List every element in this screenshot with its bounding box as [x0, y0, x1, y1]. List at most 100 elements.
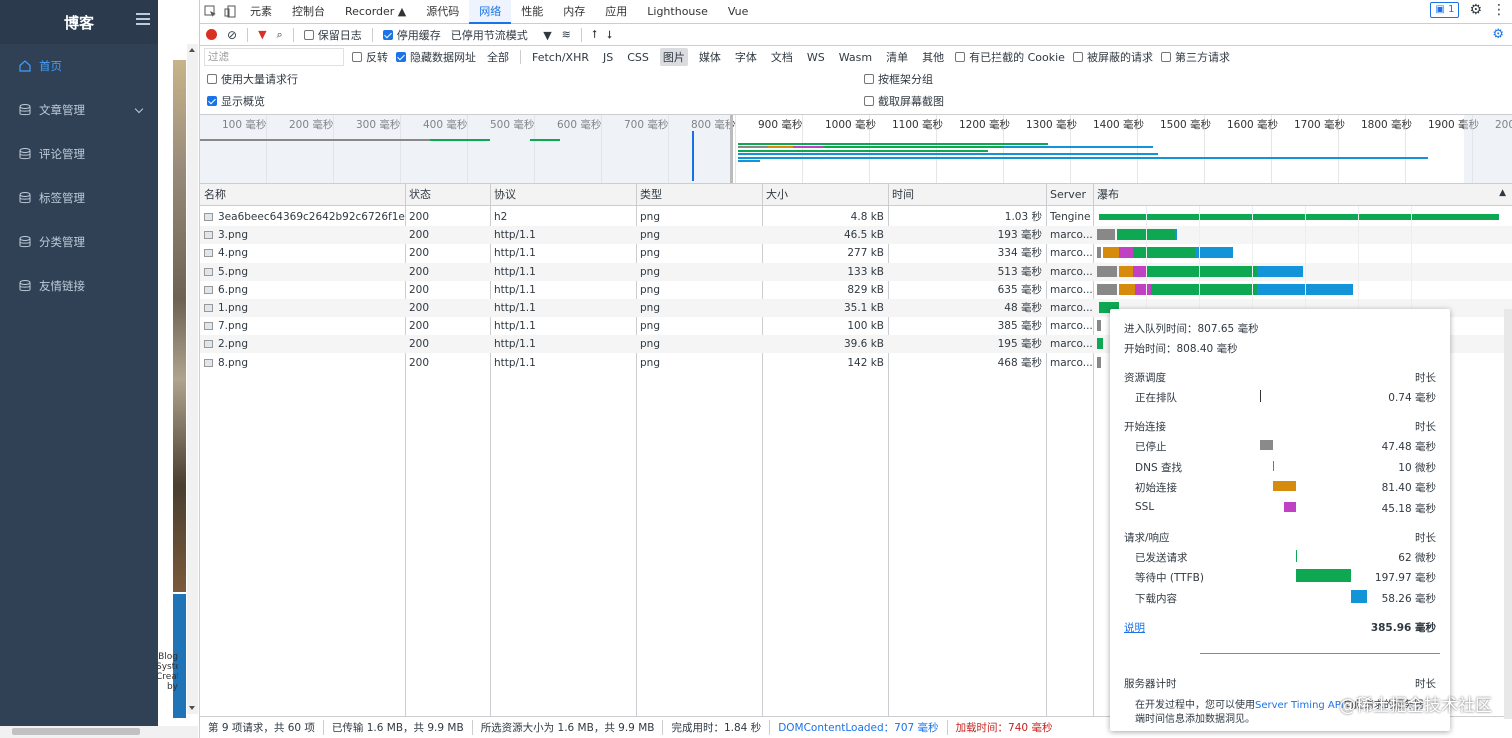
cell-protocol: http/1.1 — [494, 338, 536, 351]
table-header: 名称 状态 协议 类型 大小 时间 Server 瀑布 ▲ — [200, 184, 1512, 206]
tab-elements[interactable]: 元素 — [240, 0, 282, 24]
type-filter-xhr[interactable]: Fetch/XHR — [529, 50, 592, 65]
clear-icon[interactable]: ⊘ — [227, 28, 237, 42]
sidebar-item-comments[interactable]: 评论管理 — [0, 132, 158, 176]
request-count: 第 9 项请求，共 60 项 — [200, 720, 324, 735]
server-timing-link[interactable]: Server Timing API — [1255, 700, 1344, 711]
inspect-icon[interactable] — [200, 2, 220, 22]
type-filter-other[interactable]: 其他 — [919, 48, 947, 66]
overview-selection[interactable] — [730, 115, 1464, 183]
column-header[interactable]: 协议 — [490, 184, 516, 206]
tab-console[interactable]: 控制台 — [282, 0, 335, 24]
table-row[interactable]: 4.png 200 http/1.1 png 277 kB 334 毫秒 marco... — [200, 244, 1512, 262]
waterfall-bar — [1097, 229, 1115, 241]
type-filter-js[interactable]: JS — [600, 50, 616, 65]
image-file-icon — [204, 340, 213, 349]
checkbox-box — [1160, 52, 1171, 62]
search-icon[interactable]: ⌕ — [277, 28, 283, 42]
capture-screenshots-checkbox[interactable]: 截取屏幕截图 — [864, 93, 944, 109]
scroll-down-icon[interactable] — [189, 706, 195, 710]
checkbox-box — [207, 74, 217, 84]
group-by-frame-checkbox[interactable]: 按框架分组 — [864, 71, 933, 87]
blocked-requests-checkbox[interactable]: 被屏蔽的请求 — [1072, 49, 1153, 65]
third-party-checkbox[interactable]: 第三方请求 — [1160, 49, 1230, 65]
timing-popup: 进入队列时间：807.65 毫秒 开始时间：808.40 毫秒 资源调度 时长 … — [1110, 309, 1450, 731]
hide-data-urls-checkbox[interactable]: 隐藏数据网址 — [396, 49, 476, 65]
sidebar-item-tags[interactable]: 标签管理 — [0, 176, 158, 220]
waterfall-scrollbar[interactable] — [1504, 309, 1512, 719]
menu-toggle-icon[interactable] — [136, 13, 150, 27]
issues-badge[interactable]: ▣ 1 — [1430, 2, 1460, 18]
timeline-overview[interactable]: 100 毫秒 200 毫秒 300 毫秒 400 毫秒 500 毫秒 600 毫秒 700 … — [200, 114, 1512, 184]
column-header[interactable]: 状态 — [405, 184, 431, 206]
type-filter-css[interactable]: CSS — [624, 50, 652, 65]
tab-lighthouse[interactable]: Lighthouse — [637, 0, 718, 24]
column-header[interactable]: 类型 — [636, 184, 662, 206]
checkbox-label: 被屏蔽的请求 — [1086, 51, 1153, 64]
preserve-log-checkbox[interactable]: 保留日志 — [303, 27, 362, 43]
more-menu-icon[interactable]: ⋮ — [1492, 2, 1506, 18]
download-icon[interactable]: ⭣ — [607, 28, 612, 42]
device-toggle-icon[interactable] — [220, 2, 240, 22]
column-header[interactable]: 时间 — [888, 184, 914, 206]
type-filter-manifest[interactable]: 清单 — [883, 48, 911, 66]
invert-checkbox[interactable]: 反转 — [352, 49, 388, 65]
cell-type: png — [640, 302, 660, 314]
network-settings-gear-icon[interactable]: ⚙ — [1492, 27, 1504, 42]
table-row[interactable]: 5.png 200 http/1.1 png 133 kB 513 毫秒 marco... — [200, 262, 1512, 281]
sidebar-item-categories[interactable]: 分类管理 — [0, 220, 158, 264]
waterfall-bar — [1119, 265, 1133, 277]
dns-label: DNS 查找 — [1135, 462, 1182, 474]
table-row[interactable]: 3.png 200 http/1.1 png 46.5 kB 193 毫秒 marco... — [200, 226, 1512, 245]
throttle-select[interactable]: 已停用节流模式 ▼ — [451, 27, 552, 43]
database-icon — [19, 280, 31, 292]
type-filter-media[interactable]: 媒体 — [696, 48, 724, 66]
type-filter-ws[interactable]: WS — [804, 50, 828, 65]
tab-application[interactable]: 应用 — [595, 0, 637, 24]
type-filter-font[interactable]: 字体 — [732, 48, 760, 66]
waterfall-bar — [1151, 283, 1257, 295]
type-filter-img[interactable]: 图片 — [659, 48, 688, 66]
tab-memory[interactable]: 内存 — [553, 0, 595, 24]
sort-asc-icon[interactable]: ▲ — [1499, 188, 1506, 198]
column-header[interactable]: Server — [1046, 184, 1086, 206]
upload-icon[interactable]: ⭡ — [592, 28, 597, 42]
disable-cache-checkbox[interactable]: 停用缓存 — [382, 27, 441, 43]
settings-gear-icon[interactable]: ⚙ — [1469, 2, 1482, 18]
type-filter-doc[interactable]: 文档 — [768, 48, 796, 66]
tab-vue[interactable]: Vue — [718, 0, 759, 24]
filter-input[interactable]: 过滤 — [204, 48, 344, 66]
tab-performance[interactable]: 性能 — [511, 0, 553, 24]
record-icon[interactable] — [206, 29, 217, 40]
table-row[interactable]: 6.png 200 http/1.1 png 829 kB 635 毫秒 marco... — [200, 281, 1512, 299]
filter-icon[interactable]: ▼ — [258, 28, 266, 41]
tab-sources[interactable]: 源代码 — [416, 0, 469, 24]
column-header[interactable]: 瀑布 — [1093, 184, 1119, 206]
large-rows-checkbox[interactable]: 使用大量请求行 — [207, 71, 298, 87]
tab-network[interactable]: 网络 — [469, 0, 512, 24]
sidebar-item-links[interactable]: 友情链接 — [0, 264, 158, 308]
sidebar-item-articles[interactable]: 文章管理 — [0, 88, 158, 132]
cell-text: 5.png — [218, 265, 249, 278]
table-row[interactable]: 3ea6beec64369c2642b92c6726f1epn... 200 h2 p… — [200, 208, 1512, 226]
blocked-cookies-checkbox[interactable]: 有已拦截的 Cookie — [955, 49, 1065, 65]
wifi-icon[interactable]: ≋ — [562, 28, 571, 41]
page-scrollbar[interactable] — [187, 44, 198, 714]
scroll-thumb[interactable] — [12, 728, 140, 735]
overview-bar — [738, 153, 1158, 155]
show-overview-checkbox[interactable]: 显示概览 — [207, 93, 265, 109]
cell-text: 6.png — [218, 283, 249, 296]
overview-bar — [738, 157, 1428, 159]
column-header[interactable]: 大小 — [762, 184, 788, 206]
cell-server: Tengine — [1050, 211, 1091, 223]
tab-recorder[interactable]: Recorder ▲ — [335, 0, 416, 24]
scroll-up-icon[interactable] — [189, 48, 195, 52]
explanation-link[interactable]: 说明 — [1124, 620, 1145, 635]
flask-icon: ▲ — [397, 4, 407, 18]
type-filter-all[interactable]: 全部 — [484, 48, 512, 66]
database-icon — [19, 192, 31, 204]
type-filter-wasm[interactable]: Wasm — [836, 50, 875, 65]
column-header[interactable]: 名称 — [200, 184, 226, 206]
sidebar-item-home[interactable]: 首页 — [0, 44, 158, 88]
page-hscrollbar[interactable] — [0, 726, 198, 738]
